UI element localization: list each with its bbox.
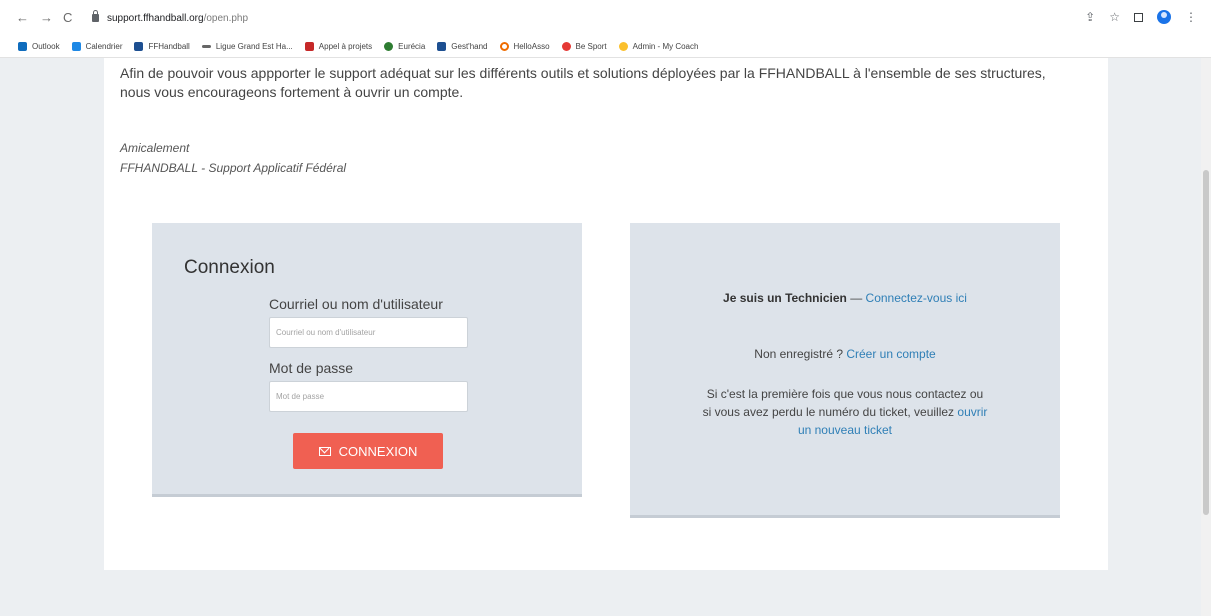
signature-team: FFHANDBALL - Support Applicatif Fédéral (120, 161, 347, 175)
forward-arrow-icon[interactable]: → (40, 10, 53, 26)
signature: Amicalement FFHANDBALL - Support Applica… (120, 138, 346, 178)
tab-switch-icon[interactable] (1134, 12, 1143, 22)
register-line: Non enregistré ? Créer un compte (754, 347, 936, 361)
username-label: Courriel ou nom d'utilisateur (269, 296, 443, 312)
login-title: Connexion (184, 257, 275, 278)
create-account-link[interactable]: Créer un compte (846, 347, 935, 361)
calendar-icon (71, 42, 81, 51)
mycoach-icon (618, 42, 628, 51)
browser-menu-icon[interactable]: ⋮ (1185, 10, 1197, 24)
bookmark-besport[interactable]: Be Sport (561, 42, 607, 51)
bookmark-gesthand[interactable]: Gest'hand (437, 42, 488, 51)
login-panel: Connexion Courriel ou nom d'utilisateur … (152, 223, 582, 497)
info-panel: Je suis un Technicien — Connectez-vous i… (630, 223, 1060, 518)
reload-icon[interactable]: C (63, 10, 72, 26)
browser-toolbar: ← → C support.ffhandball.org /open.php ⇪… (0, 0, 1211, 36)
gesthand-icon (437, 42, 447, 51)
signature-greeting: Amicalement (120, 141, 190, 155)
technician-login-link[interactable]: Connectez-vous ici (866, 291, 967, 305)
bookmarks-bar: Outlook Calendrier FFHandball Ligue Gran… (0, 36, 1211, 58)
bookmark-ligue[interactable]: Ligue Grand Est Ha... (201, 42, 293, 51)
envelope-icon (318, 446, 331, 456)
technician-text: Je suis un Technicien (723, 291, 847, 305)
new-ticket-line: Si c'est la première fois que vous nous … (702, 387, 988, 437)
page-background: Afin de pouvoir vous appporter le suppor… (0, 58, 1211, 616)
bookmark-appel-projets[interactable]: Appel à projets (304, 42, 372, 51)
back-arrow-icon[interactable]: ← (16, 10, 29, 26)
helloasso-icon (499, 42, 509, 51)
scrollbar-thumb[interactable] (1203, 170, 1209, 515)
appel-icon (304, 42, 314, 51)
ligue-icon (201, 45, 211, 48)
content-card: Afin de pouvoir vous appporter le suppor… (104, 58, 1108, 570)
outlook-icon (18, 42, 27, 51)
lock-icon (92, 10, 99, 22)
login-button[interactable]: CONNEXION (293, 433, 443, 469)
bookmark-mycoach[interactable]: Admin - My Coach (618, 42, 698, 51)
intro-text: Afin de pouvoir vous appporter le suppor… (120, 65, 1046, 100)
login-button-label: CONNEXION (338, 443, 418, 459)
bookmark-star-icon[interactable]: ☆ (1109, 10, 1120, 24)
bookmark-ffhandball[interactable]: FFHandball (134, 42, 190, 51)
password-input[interactable] (269, 381, 468, 412)
bookmark-outlook[interactable]: Outlook (18, 42, 60, 51)
technician-line: Je suis un Technicien — Connectez-vous i… (723, 291, 967, 305)
url-host: support.ffhandball.org (107, 12, 204, 24)
besport-icon (561, 42, 571, 51)
share-icon[interactable]: ⇪ (1085, 10, 1095, 24)
url-path: /open.php (203, 12, 249, 24)
address-bar[interactable]: support.ffhandball.org /open.php (92, 9, 248, 27)
bookmark-calendrier[interactable]: Calendrier (71, 42, 122, 51)
ffhandball-icon (134, 42, 144, 51)
username-input[interactable] (269, 317, 468, 348)
password-label: Mot de passe (269, 360, 354, 376)
profile-avatar-icon[interactable] (1157, 10, 1171, 24)
eurecia-icon (384, 42, 394, 51)
bookmark-eurecia[interactable]: Eurécia (384, 42, 425, 51)
bookmark-helloasso[interactable]: HelloAsso (499, 42, 550, 51)
page-scrollbar[interactable] (1201, 58, 1211, 616)
